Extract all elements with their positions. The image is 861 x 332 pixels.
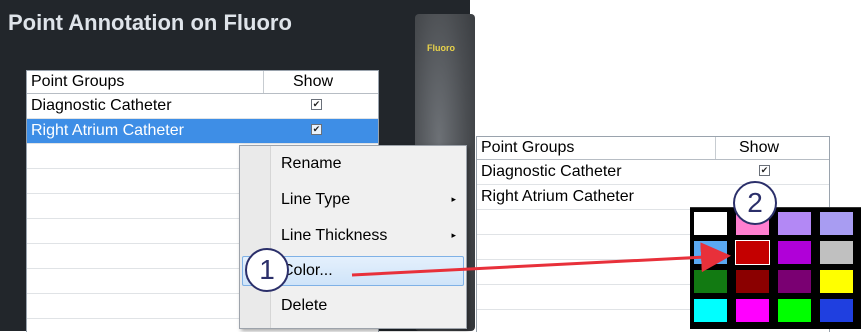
menu-item-line-type[interactable]: Line Type ▸ [242,186,464,214]
menu-item-delete[interactable]: Delete [242,292,464,320]
show-checkbox[interactable]: ✔ [311,99,322,110]
color-swatch[interactable] [778,241,811,264]
color-swatch[interactable] [735,240,770,265]
table-header: Point Groups Show [27,71,378,94]
show-checkbox[interactable]: ✔ [311,124,322,135]
page-title: Point Annotation on Fluoro [8,10,292,35]
callout-two: 2 [733,181,777,225]
color-palette [690,207,861,329]
color-swatch[interactable] [694,212,727,235]
row-name: Right Atrium Catheter [31,122,184,139]
color-swatch[interactable] [694,241,727,264]
color-swatch[interactable] [694,270,727,293]
row-name: Diagnostic Catheter [31,97,172,114]
table-row[interactable]: Diagnostic Catheter ✔ [27,94,378,119]
row-name: Diagnostic Catheter [481,163,622,180]
color-swatch[interactable] [778,299,811,322]
color-swatch[interactable] [736,299,769,322]
header-show[interactable]: Show [293,73,333,91]
table-header: Point Groups Show [477,137,829,160]
menu-item-rename[interactable]: Rename [242,150,464,178]
color-swatch[interactable] [820,212,853,235]
menu-item-label: Rename [281,155,342,172]
submenu-arrow-icon: ▸ [451,194,456,204]
color-swatch[interactable] [820,241,853,264]
column-divider[interactable] [263,71,264,93]
menu-item-line-thickness[interactable]: Line Thickness ▸ [242,222,464,250]
color-swatch[interactable] [736,270,769,293]
callout-one: 1 [245,248,289,292]
menu-item-label: Line Thickness [281,227,388,244]
color-swatch[interactable] [820,299,853,322]
header-point-groups[interactable]: Point Groups [481,139,574,157]
column-divider[interactable] [715,137,716,159]
context-menu: Rename Line Type ▸ Line Thickness ▸ Colo… [239,145,467,329]
show-checkbox[interactable]: ✔ [759,165,770,176]
header-point-groups[interactable]: Point Groups [31,73,124,91]
menu-item-label: Color... [282,262,333,279]
submenu-arrow-icon: ▸ [451,230,456,240]
row-name: Right Atrium Catheter [481,188,634,205]
menu-item-label: Delete [281,297,328,314]
color-swatch[interactable] [778,212,811,235]
table-row-selected[interactable]: Right Atrium Catheter ✔ [27,119,378,144]
header-show[interactable]: Show [739,139,779,157]
color-swatch[interactable] [778,270,811,293]
menu-item-label: Line Type [281,191,351,208]
table-row[interactable]: Diagnostic Catheter ✔ [477,160,829,185]
color-swatch[interactable] [694,299,727,322]
fluoro-label: Fluoro [427,43,455,53]
color-swatch[interactable] [820,270,853,293]
